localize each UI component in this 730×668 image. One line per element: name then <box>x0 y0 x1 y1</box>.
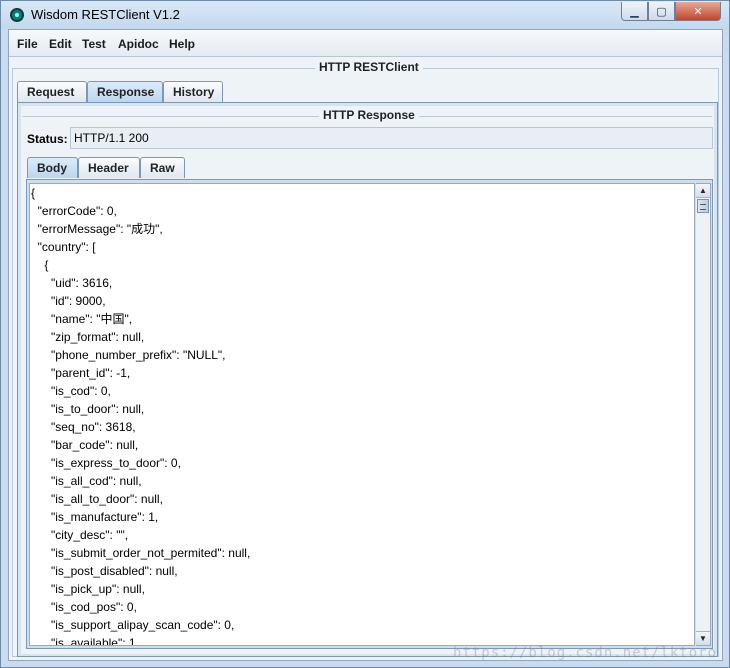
tab-raw[interactable]: Raw <box>140 157 185 178</box>
body-line: "is_support_alipay_scan_code": 0, <box>31 618 235 632</box>
group-title-response: HTTP Response <box>319 108 419 122</box>
body-line: "is_cod_pos": 0, <box>31 600 137 614</box>
body-line: "country": [ <box>31 240 96 254</box>
scroll-up-button[interactable]: ▲ <box>696 184 710 198</box>
body-line: "is_post_disabled": null, <box>31 564 178 578</box>
body-panel: { "errorCode": 0, "errorMessage": "成功", … <box>26 179 713 649</box>
scroll-down-button[interactable]: ▼ <box>696 631 710 645</box>
app-window: Wisdom RESTClient V1.2 ▁ ▢ ✕ File Edit T… <box>0 0 730 668</box>
body-line: "phone_number_prefix": "NULL", <box>31 348 226 362</box>
body-line: "uid": 3616, <box>31 276 113 290</box>
menu-test[interactable]: Test <box>82 37 106 51</box>
maximize-button[interactable]: ▢ <box>648 2 675 21</box>
body-line: "id": 9000, <box>31 294 106 308</box>
body-line: "city_desc": "", <box>31 528 129 542</box>
menu-bar: File Edit Test Apidoc Help <box>9 30 722 57</box>
scroll-thumb[interactable] <box>697 199 709 213</box>
body-line: "is_cod": 0, <box>31 384 111 398</box>
body-line: "name": "中国", <box>31 312 133 326</box>
body-line: { <box>31 186 36 200</box>
window-title: Wisdom RESTClient V1.2 <box>31 7 180 22</box>
tab-body[interactable]: Body <box>27 157 78 178</box>
body-line: "is_all_to_door": null, <box>31 492 163 506</box>
app-icon <box>10 8 24 22</box>
title-bar[interactable]: Wisdom RESTClient V1.2 ▁ ▢ ✕ <box>1 1 729 29</box>
status-field[interactable]: HTTP/1.1 200 <box>70 127 713 149</box>
body-line: "is_to_door": null, <box>31 402 145 416</box>
body-line: "seq_no": 3618, <box>31 420 136 434</box>
body-line: "zip_format": null, <box>31 330 145 344</box>
response-panel: HTTP Response Status: HTTP/1.1 200 Body … <box>17 102 718 657</box>
body-line: "bar_code": null, <box>31 438 139 452</box>
tab-history[interactable]: History <box>163 81 223 102</box>
close-button[interactable]: ✕ <box>675 2 721 21</box>
watermark: https://blog.csdn.net/lktoro <box>452 645 717 661</box>
body-line: "parent_id": -1, <box>31 366 131 380</box>
menu-help[interactable]: Help <box>169 37 195 51</box>
tab-request[interactable]: Request <box>17 81 87 102</box>
menu-apidoc[interactable]: Apidoc <box>118 37 159 51</box>
response-inner: HTTP Response Status: HTTP/1.1 200 Body … <box>21 106 714 654</box>
body-line: "is_express_to_door": 0, <box>31 456 181 470</box>
client-area: File Edit Test Apidoc Help HTTP RESTClie… <box>8 29 723 661</box>
response-body-textarea[interactable]: { "errorCode": 0, "errorMessage": "成功", … <box>29 183 695 646</box>
body-line: "is_manufacture": 1, <box>31 510 159 524</box>
body-line: "is_submit_order_not_permited": null, <box>31 546 251 560</box>
menu-file[interactable]: File <box>17 37 38 51</box>
menu-edit[interactable]: Edit <box>49 37 72 51</box>
minimize-button[interactable]: ▁ <box>621 2 648 21</box>
body-line: "errorCode": 0, <box>31 204 117 218</box>
body-line: "errorMessage": "成功", <box>31 222 163 236</box>
body-line: { <box>31 258 49 272</box>
body-line: "is_all_cod": null, <box>31 474 142 488</box>
vertical-scrollbar[interactable]: ▲ ▼ <box>696 183 711 646</box>
tab-response[interactable]: Response <box>87 81 163 102</box>
status-label: Status: <box>27 132 68 146</box>
tab-header[interactable]: Header <box>78 157 140 178</box>
body-line: "is_pick_up": null, <box>31 582 145 596</box>
